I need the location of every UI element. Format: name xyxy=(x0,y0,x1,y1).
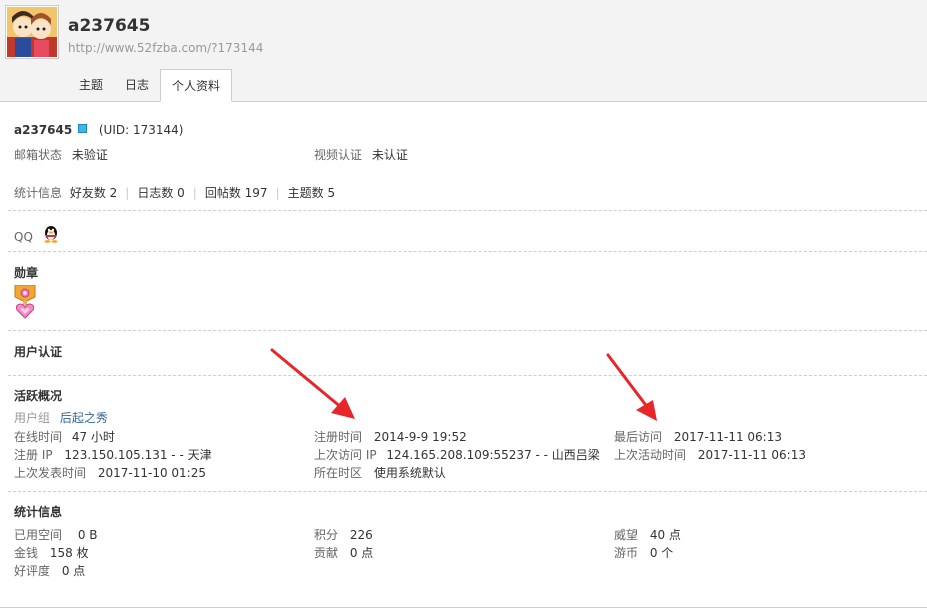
annotation-arrow-reg-time xyxy=(270,348,355,419)
video-auth-value: 未认证 xyxy=(371,148,408,162)
email-status-row: 邮箱状态 未验证 xyxy=(14,146,108,163)
points-value: 226 xyxy=(349,528,373,542)
section-divider xyxy=(8,210,927,211)
space-label: 已用空间 xyxy=(14,528,63,542)
last-visit-value: 2017-11-11 06:13 xyxy=(673,430,782,444)
annotation-arrow-last-visit xyxy=(606,353,657,421)
rating-label: 好评度 xyxy=(14,564,51,578)
friends-count[interactable]: 好友数 2 xyxy=(70,186,117,200)
statistics-title: 统计信息 xyxy=(14,505,63,519)
tab-profile[interactable]: 个人资料 xyxy=(160,69,233,102)
reg-time-row: 注册时间 2014-9-9 19:52 xyxy=(314,428,467,445)
points-label: 积分 xyxy=(314,528,339,542)
contrib-row: 贡献 0 点 xyxy=(314,544,373,561)
last-visit-label: 最后访问 xyxy=(614,430,663,444)
money-label: 金钱 xyxy=(14,546,39,560)
auth-title: 用户认证 xyxy=(14,345,63,359)
last-active-row: 上次活动时间 2017-11-11 06:13 xyxy=(614,446,806,463)
stats-line-label: 统计信息 xyxy=(14,186,63,200)
last-post-value: 2017-11-10 01:25 xyxy=(97,466,206,480)
user-group-link[interactable]: 后起之秀 xyxy=(60,411,108,425)
email-status-label: 邮箱状态 xyxy=(14,148,63,162)
profile-url[interactable]: http://www.52fzba.com/?173144 xyxy=(68,41,263,55)
avatar-image xyxy=(7,7,57,57)
bottom-border xyxy=(0,607,927,608)
online-status-icon xyxy=(78,124,88,133)
last-active-value: 2017-11-11 06:13 xyxy=(697,448,806,462)
profile-username: a237645 xyxy=(68,16,151,36)
reg-ip-label: 注册 IP xyxy=(14,448,53,462)
last-ip-label: 上次访问 IP xyxy=(314,448,377,462)
topics-count[interactable]: 主题数 5 xyxy=(288,186,335,200)
online-time-row: 在线时间 47 小时 xyxy=(14,428,115,445)
medal-icon[interactable] xyxy=(14,284,36,322)
activity-title: 活跃概况 xyxy=(14,389,63,403)
timezone-label: 所在时区 xyxy=(314,466,363,480)
reg-time-value: 2014-9-9 19:52 xyxy=(373,430,467,444)
medal-list xyxy=(14,284,36,322)
section-divider xyxy=(8,330,927,331)
points-row: 积分 226 xyxy=(314,526,373,543)
last-ip-row: 上次访问 IP 124.165.208.109:55237 - - 山西吕梁 xyxy=(314,446,600,463)
profile-tabs: 主题 日志 个人资料 xyxy=(68,69,233,102)
user-name: a237645 xyxy=(14,123,73,137)
reg-ip-value: 123.150.105.131 - - 天津 xyxy=(64,448,212,462)
coins-label: 游币 xyxy=(614,546,639,560)
prestige-row: 威望 40 点 xyxy=(614,526,681,543)
space-value: 0 B xyxy=(77,528,98,542)
last-post-row: 上次发表时间 2017-11-10 01:25 xyxy=(14,464,206,481)
qq-penguin-icon[interactable] xyxy=(43,225,59,246)
profile-header: a237645 http://www.52fzba.com/?173144 主题… xyxy=(0,0,927,102)
user-group-row: 用户组 后起之秀 xyxy=(14,409,108,426)
reg-ip-row: 注册 IP 123.150.105.131 - - 天津 xyxy=(14,446,212,463)
video-auth-row: 视频认证 未认证 xyxy=(314,146,408,163)
replies-count[interactable]: 回帖数 197 xyxy=(205,186,268,200)
divider: | xyxy=(125,186,130,200)
stats-line: 统计信息 好友数 2 | 日志数 0 | 回帖数 197 | 主题数 5 xyxy=(14,184,335,201)
video-auth-label: 视频认证 xyxy=(314,148,363,162)
user-title-row: a237645 (UID: 173144) xyxy=(14,123,183,137)
tab-logs[interactable]: 日志 xyxy=(114,69,160,100)
online-time-value: 47 小时 xyxy=(71,430,115,444)
logs-count[interactable]: 日志数 0 xyxy=(137,186,184,200)
user-avatar[interactable] xyxy=(5,5,59,59)
user-group-label: 用户组 xyxy=(14,411,51,425)
money-value: 158 枚 xyxy=(49,546,89,560)
tab-topics[interactable]: 主题 xyxy=(68,69,114,100)
qq-label: QQ xyxy=(14,230,33,244)
coins-row: 游币 0 个 xyxy=(614,544,673,561)
section-divider xyxy=(8,491,927,492)
contrib-label: 贡献 xyxy=(314,546,339,560)
qq-row: QQ xyxy=(14,225,59,246)
online-time-label: 在线时间 xyxy=(14,430,63,444)
prestige-value: 40 点 xyxy=(649,528,681,542)
contrib-value: 0 点 xyxy=(349,546,374,560)
prestige-label: 威望 xyxy=(614,528,639,542)
last-visit-row: 最后访问 2017-11-11 06:13 xyxy=(614,428,782,445)
last-active-label: 上次活动时间 xyxy=(614,448,687,462)
divider: | xyxy=(275,186,280,200)
user-uid: (UID: 173144) xyxy=(98,123,184,137)
money-row: 金钱 158 枚 xyxy=(14,544,89,561)
last-post-label: 上次发表时间 xyxy=(14,466,87,480)
rating-value: 0 点 xyxy=(61,564,86,578)
email-status-value: 未验证 xyxy=(71,148,108,162)
section-divider xyxy=(8,375,927,376)
rating-row: 好评度 0 点 xyxy=(14,562,85,579)
divider: | xyxy=(192,186,197,200)
coins-value: 0 个 xyxy=(649,546,674,560)
reg-time-label: 注册时间 xyxy=(314,430,363,444)
section-divider xyxy=(8,251,927,252)
last-ip-value: 124.165.208.109:55237 - - 山西吕梁 xyxy=(386,448,600,462)
timezone-row: 所在时区 使用系统默认 xyxy=(314,464,446,481)
medals-title: 勋章 xyxy=(14,266,39,280)
timezone-value: 使用系统默认 xyxy=(373,466,446,480)
space-row: 已用空间 0 B xyxy=(14,526,98,543)
